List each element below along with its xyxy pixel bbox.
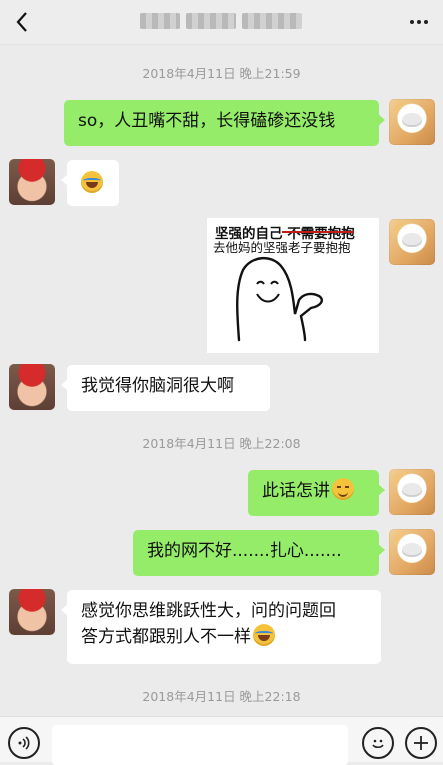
voice-button[interactable] xyxy=(8,727,40,759)
message-text: so，人丑嘴不甜，长得磕碜还没钱 xyxy=(78,111,336,131)
plus-icon xyxy=(414,736,428,750)
message-text-line: 答方式都跟别人不一样 xyxy=(81,627,251,647)
my-avatar[interactable] xyxy=(389,529,435,575)
input-bar xyxy=(0,716,443,765)
message-text-line: 感觉你思维跳跃性大，问的问题回 xyxy=(81,601,336,621)
emoji-button[interactable] xyxy=(362,727,394,759)
contact-name-blurred xyxy=(140,13,305,29)
message-bubble-received[interactable]: 感觉你思维跳跃性大，问的问题回 答方式都跟别人不一样 xyxy=(61,590,381,664)
contact-avatar[interactable] xyxy=(9,364,55,410)
sticker-message[interactable]: 坚强的自己 不需要抱抱 去他妈的坚强老子要抱抱 xyxy=(207,218,379,353)
laughing-emoji-icon xyxy=(253,624,275,646)
timestamp: 2018年4月11日 晚上22:18 xyxy=(142,689,301,704)
plus-button[interactable] xyxy=(405,727,437,759)
voice-icon xyxy=(18,736,30,750)
message-bubble-sent[interactable]: 此话怎讲 xyxy=(248,470,385,516)
my-avatar[interactable] xyxy=(389,219,435,265)
message-bubble-sent[interactable]: so，人丑嘴不甜，长得磕碜还没钱 xyxy=(64,100,385,146)
emoji-icon xyxy=(372,739,384,749)
chat-header xyxy=(0,0,443,45)
stick-figure-drawing xyxy=(236,257,323,342)
contact-avatar[interactable] xyxy=(9,589,55,635)
message-bubble-received[interactable]: 我觉得你脑洞很大啊 xyxy=(61,365,270,411)
chevron-left-icon xyxy=(16,12,27,32)
timestamp: 2018年4月11日 晚上22:08 xyxy=(142,436,301,451)
more-options-button[interactable] xyxy=(405,8,433,36)
message-text: 此话怎讲 xyxy=(262,481,330,501)
more-dots-icon xyxy=(410,20,414,24)
timestamp: 2018年4月11日 晚上21:59 xyxy=(142,66,301,81)
message-text: 我的网不好.......扎心....... xyxy=(147,541,342,561)
smirk-emoji-icon xyxy=(332,478,354,500)
laughing-emoji-icon xyxy=(81,171,103,193)
message-bubble-sent[interactable]: 我的网不好.......扎心....... xyxy=(133,530,385,576)
my-avatar[interactable] xyxy=(389,99,435,145)
back-button[interactable] xyxy=(8,8,36,36)
my-avatar[interactable] xyxy=(389,469,435,515)
message-input[interactable] xyxy=(52,725,348,765)
message-bubble-received[interactable] xyxy=(61,160,119,206)
message-text: 我觉得你脑洞很大啊 xyxy=(81,376,234,396)
contact-avatar[interactable] xyxy=(9,159,55,205)
